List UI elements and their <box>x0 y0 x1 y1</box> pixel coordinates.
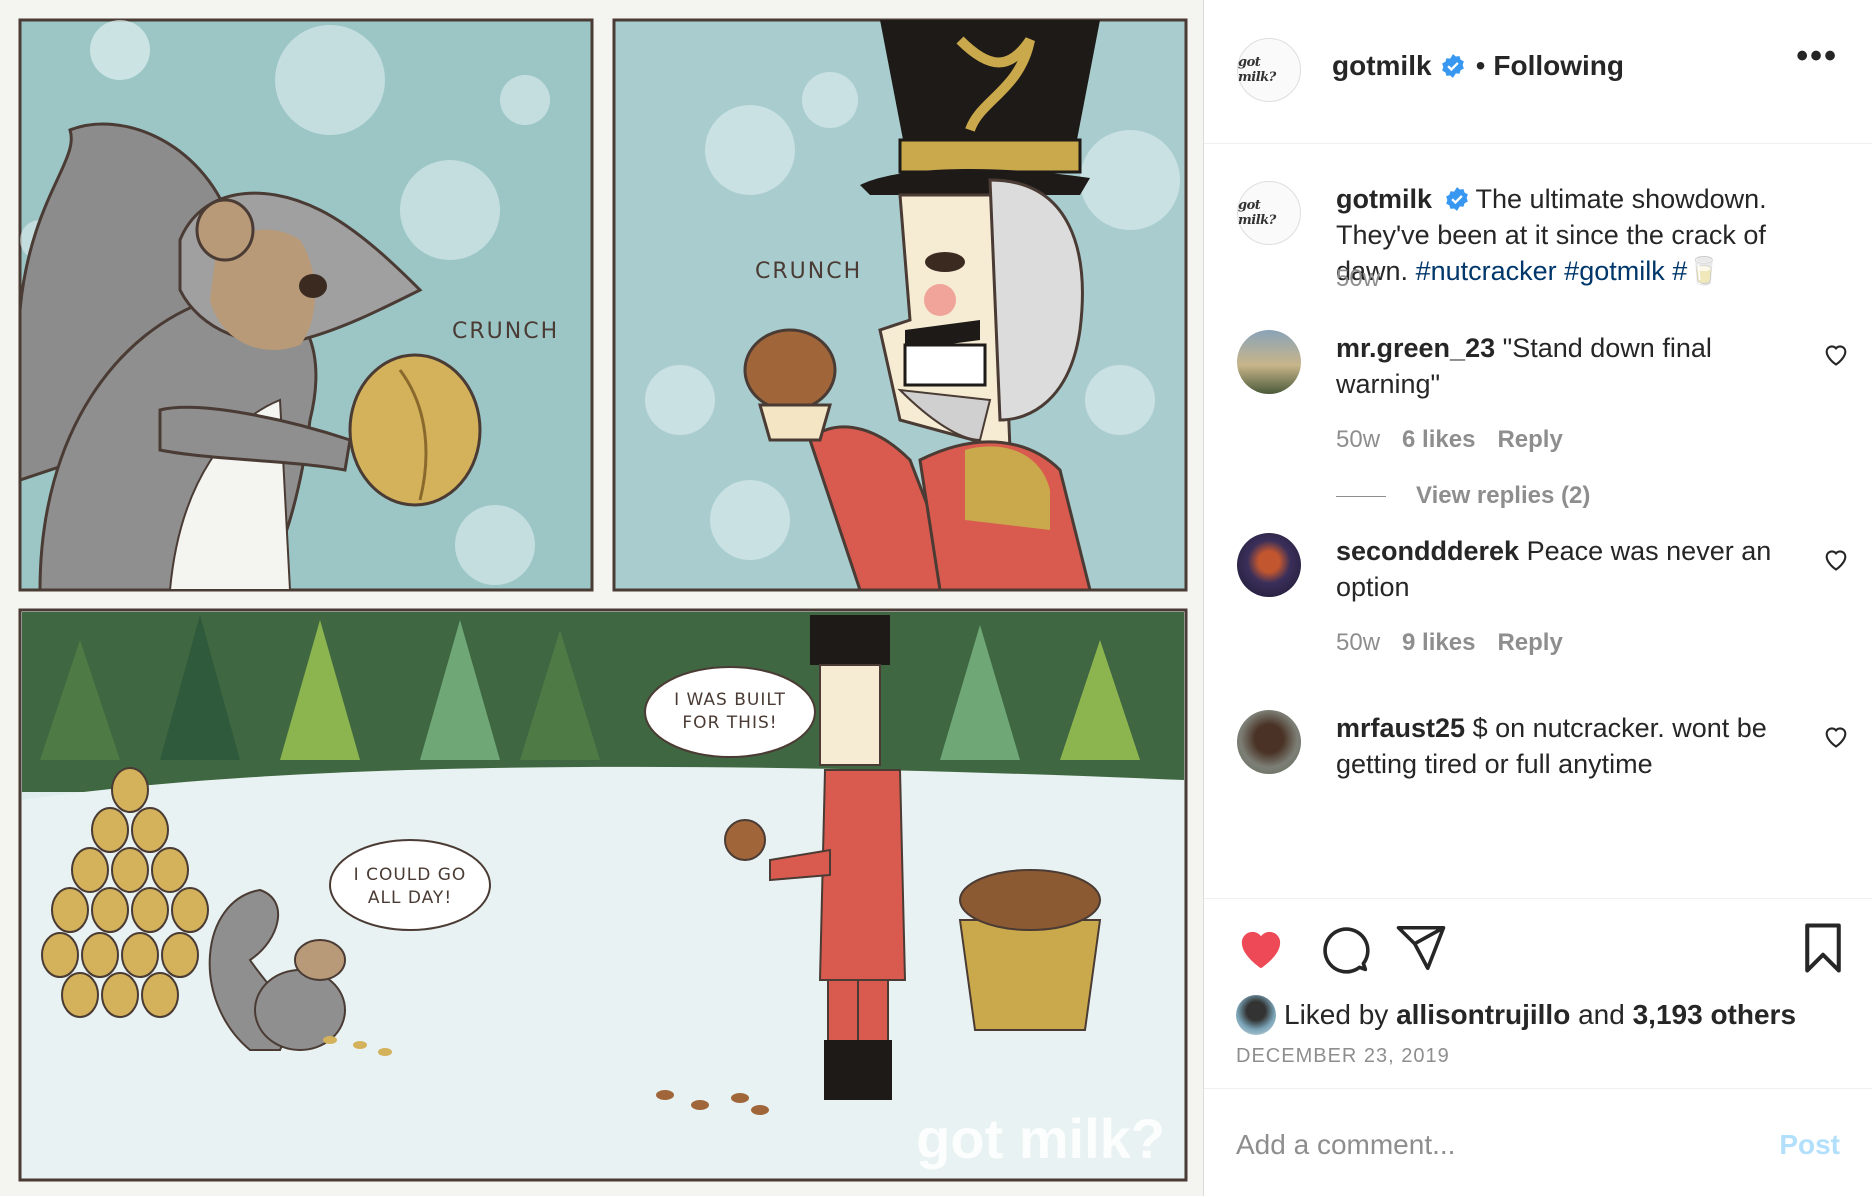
bookmark-icon[interactable] <box>1796 921 1850 975</box>
speech-could-line2: ALL DAY! <box>368 888 452 908</box>
following-button[interactable]: Following <box>1493 50 1624 82</box>
panel-nutcracker: CRUNCH <box>612 18 1188 592</box>
comment-avatar[interactable] <box>1237 710 1301 774</box>
caption-username[interactable]: gotmilk <box>1336 184 1432 214</box>
comment-likes[interactable]: 9 likes <box>1402 629 1475 656</box>
comment-icon[interactable] <box>1317 921 1371 975</box>
speech-built-line2: FOR THIS! <box>682 713 777 733</box>
comment-avatar[interactable] <box>1237 330 1301 394</box>
header-username[interactable]: gotmilk <box>1332 50 1432 82</box>
speech-built-line1: I WAS BUILT <box>674 690 786 710</box>
post-side-panel: got milk? gotmilk • Following ••• got mi… <box>1203 0 1872 1196</box>
header-separator: • <box>1475 50 1486 81</box>
comment-text: seconddderek Peace was never an option <box>1336 533 1806 605</box>
post-actions: Liked by allisontrujillo and 3,193 other… <box>1204 898 1872 1089</box>
panel-squirrel: CRUNCH <box>18 18 594 592</box>
like-comment-icon[interactable] <box>1822 545 1850 573</box>
liked-by-mid: and <box>1578 999 1625 1030</box>
verified-badge-icon <box>1441 54 1464 78</box>
hashtag-gotmilk[interactable]: #gotmilk <box>1564 256 1665 286</box>
header-user-row: gotmilk • Following <box>1332 50 1624 82</box>
hashtag-milk[interactable]: #🥛 <box>1672 256 1721 286</box>
reply-button[interactable]: Reply <box>1497 426 1562 453</box>
post-comment-button[interactable]: Post <box>1779 1129 1840 1161</box>
crunch-sfx-1: CRUNCH <box>452 319 559 344</box>
panel-showdown: I COULD GO ALL DAY! I WAS BUILT FOR THIS… <box>18 608 1188 1182</box>
comic-illustration: CRUNCH CRUNCH I COULD GO ALL DAY! I WAS … <box>0 0 1203 1196</box>
comment-username[interactable]: mrfaust25 <box>1336 713 1465 743</box>
caption-time[interactable]: 50w <box>1336 265 1380 293</box>
gotmilk-avatar[interactable]: got milk? <box>1237 38 1301 102</box>
caption-avatar[interactable]: got milk? <box>1237 181 1301 245</box>
share-icon[interactable] <box>1394 921 1448 975</box>
post-image[interactable]: CRUNCH CRUNCH I COULD GO ALL DAY! I WAS … <box>0 0 1203 1196</box>
comment-time[interactable]: 50w <box>1336 629 1380 656</box>
liked-by-row: Liked by allisontrujillo and 3,193 other… <box>1236 995 1796 1035</box>
liked-by-user[interactable]: allisontrujillo <box>1396 999 1570 1031</box>
comment-time[interactable]: 50w <box>1336 426 1380 453</box>
comment-meta: 50w 9 likes Reply <box>1336 629 1563 657</box>
comments-section[interactable]: got milk? gotmilk The ultimate showdown.… <box>1204 143 1872 898</box>
comment-meta: 50w 6 likes Reply <box>1336 426 1563 454</box>
reply-button[interactable]: Reply <box>1497 629 1562 656</box>
verified-badge-icon <box>1445 187 1468 211</box>
replies-divider <box>1336 495 1386 497</box>
more-options-icon[interactable]: ••• <box>1796 39 1838 73</box>
post-header: got milk? gotmilk • Following ••• <box>1204 0 1872 144</box>
like-comment-icon[interactable] <box>1822 340 1850 368</box>
comment-likes[interactable]: 6 likes <box>1402 426 1475 453</box>
comment-avatar[interactable] <box>1237 533 1301 597</box>
liked-by-prefix: Liked by <box>1284 999 1389 1030</box>
speech-could-line1: I COULD GO <box>354 865 467 885</box>
like-heart-icon[interactable] <box>1234 921 1288 975</box>
liked-by-avatar[interactable] <box>1236 995 1276 1035</box>
add-comment-input[interactable]: Add a comment... <box>1236 1129 1455 1161</box>
got-milk-watermark: got milk? <box>916 1107 1165 1170</box>
liked-by-others[interactable]: 3,193 others <box>1633 999 1796 1031</box>
comment-username[interactable]: seconddderek <box>1336 536 1519 566</box>
hashtag-nutcracker[interactable]: #nutcracker <box>1416 256 1557 286</box>
post-date[interactable]: DECEMBER 23, 2019 <box>1236 1045 1450 1068</box>
comment-text: mrfaust25 $ on nutcracker. wont be getti… <box>1336 710 1806 782</box>
caption-text: gotmilk The ultimate showdown. They've b… <box>1336 181 1816 289</box>
add-comment-bar: Add a comment... Post <box>1204 1088 1872 1197</box>
comment-text: mr.green_23 "Stand down final warning" <box>1336 330 1806 402</box>
view-replies-button[interactable]: View replies (2) <box>1336 482 1590 510</box>
comment-username[interactable]: mr.green_23 <box>1336 333 1495 363</box>
crunch-sfx-2: CRUNCH <box>755 259 862 284</box>
like-comment-icon[interactable] <box>1822 722 1850 750</box>
